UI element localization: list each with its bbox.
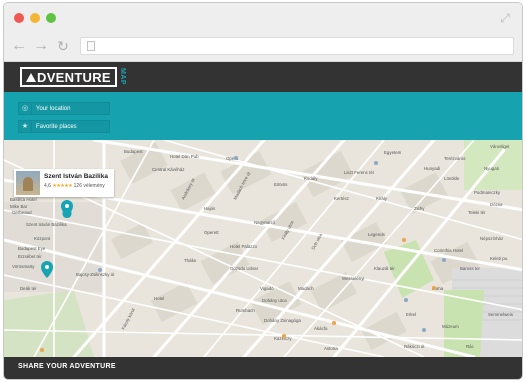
- map-label: Baross tér: [460, 266, 481, 271]
- map-label: Hajós: [204, 206, 216, 211]
- place-name: Szent István Bazilika: [44, 173, 108, 180]
- map-label: Terézváros: [444, 156, 466, 161]
- star-icon: ★: [19, 121, 32, 132]
- map-label: Mike Bar: [10, 204, 28, 209]
- map-label: Klauzál tér: [374, 266, 395, 271]
- map-label: Hotel Dán Pub: [170, 154, 199, 159]
- fullscreen-icon[interactable]: ⤢: [498, 11, 512, 25]
- app-header: DVENTURE MAP: [4, 62, 522, 92]
- favorite-places-label: Favorite places: [36, 123, 77, 130]
- map-label: Dózsa: [490, 202, 503, 207]
- map-label: Podmaniczky: [474, 190, 501, 195]
- map-label: Wesselényi: [342, 276, 364, 281]
- map-label: Kodály: [304, 176, 318, 181]
- map-label: Erkel: [406, 312, 416, 317]
- browser-toolbar: ← → ↻: [4, 33, 522, 62]
- map-label: Hunyadi: [424, 166, 440, 171]
- map-label: Rumbach: [236, 308, 255, 313]
- share-adventure-link[interactable]: SHARE YOUR ADVENTURE: [18, 363, 116, 370]
- map-label: Lövölde: [444, 176, 460, 181]
- map-label: Madách: [298, 286, 314, 291]
- map-label: Király: [376, 196, 388, 201]
- map-label: Semmelweis: [488, 312, 514, 317]
- map-label: Teleki tér: [468, 210, 486, 215]
- map-label: Eötvös: [274, 182, 288, 187]
- place-info-card[interactable]: Szent István Bazilika 4,6 ★★★★★ 126 véle…: [14, 169, 114, 197]
- map-label: Népszínház: [480, 236, 503, 241]
- map-view[interactable]: Hotel Dán Pub Opera Andrássy út Central …: [4, 140, 522, 357]
- control-panel: ◎ Your location ★ Favorite places: [4, 92, 522, 140]
- map-label: Dohány Zsinagóga: [264, 318, 301, 323]
- map-label: Thália: [184, 258, 197, 263]
- map-label: Operett: [204, 230, 219, 235]
- adventure-map-logo[interactable]: DVENTURE MAP: [20, 67, 126, 87]
- address-bar[interactable]: [80, 37, 514, 55]
- your-location-button[interactable]: ◎ Your location: [18, 102, 110, 115]
- map-label: Budapest Eye: [18, 246, 46, 251]
- app-page: DVENTURE MAP ◎ Your location ★ Favorite …: [4, 62, 522, 379]
- app-footer: SHARE YOUR ADVENTURE: [4, 357, 522, 379]
- map-label: Vörösmarty: [12, 264, 35, 269]
- map-label: Akácfa: [314, 326, 328, 331]
- back-arrow-icon[interactable]: ←: [10, 37, 28, 55]
- map-label: Corinthia Hotel: [434, 248, 463, 253]
- map-label: Nyugati: [484, 166, 499, 171]
- location-icon: ◎: [19, 103, 32, 114]
- minimize-window-button[interactable]: [30, 13, 40, 23]
- map-label: Kertész: [334, 196, 349, 201]
- map-label: Rác: [466, 344, 475, 349]
- rating-value: 4,6: [44, 183, 51, 189]
- title-bar: ⤢: [4, 3, 522, 33]
- map-label: Szent István Bazilika: [26, 222, 67, 227]
- map-label: Egyetem: [384, 150, 402, 155]
- map-label: Nagymező: [254, 220, 276, 225]
- map-label: Központ: [34, 236, 51, 241]
- maximize-window-button[interactable]: [46, 13, 56, 23]
- mountain-icon: [26, 72, 36, 82]
- map-label: Városliget: [490, 144, 510, 149]
- map-label: Erzsébet tér: [18, 254, 42, 259]
- map-label: Zichy: [414, 206, 425, 211]
- map-marker-1: [61, 200, 73, 218]
- your-location-label: Your location: [36, 105, 71, 112]
- place-rating: 4,6 ★★★★★ 126 vélemény: [44, 183, 105, 189]
- map-label: Basilica Hotel: [10, 197, 37, 202]
- map-label: Gerbeaud: [12, 210, 32, 215]
- map-label: Rákóczi út: [404, 344, 425, 349]
- logo-box: DVENTURE: [20, 67, 117, 87]
- logo-text: DVENTURE: [37, 69, 111, 85]
- map-label: Hotel: [154, 296, 164, 301]
- review-count: 126 vélemény: [73, 183, 105, 189]
- map-label: Central Kávéház: [152, 167, 184, 172]
- map-label: Keleti pu.: [490, 256, 508, 261]
- map-label: Liszt Ferenc tér: [344, 170, 375, 175]
- rating-stars: ★★★★★: [52, 183, 73, 189]
- map-label: Legends: [368, 232, 386, 237]
- map-label: Vigadó: [260, 286, 274, 291]
- reload-icon[interactable]: ↻: [54, 37, 72, 55]
- map-label: Gozsdu Udvar: [230, 266, 259, 271]
- forward-arrow-icon[interactable]: →: [32, 37, 50, 55]
- map-label: Deák tér: [20, 286, 37, 291]
- map-label: Múzeum: [442, 324, 459, 329]
- page-icon: [87, 41, 95, 51]
- favorite-places-button[interactable]: ★ Favorite places: [18, 120, 110, 133]
- map-label: Dohány utca: [262, 298, 287, 303]
- logo-subtitle: MAP: [118, 68, 126, 86]
- map-label: Astoria: [324, 346, 338, 351]
- map-label: Budapest: [124, 149, 143, 154]
- browser-window: ⤢ ← → ↻ DVENTURE MAP ◎ Your location ★ F…: [3, 2, 523, 380]
- place-thumbnail: [16, 171, 40, 195]
- close-window-button[interactable]: [14, 13, 24, 23]
- map-label: Bajcsy-Zsilinszky út: [76, 272, 115, 277]
- map-label: Hotel Palazzo: [230, 244, 258, 249]
